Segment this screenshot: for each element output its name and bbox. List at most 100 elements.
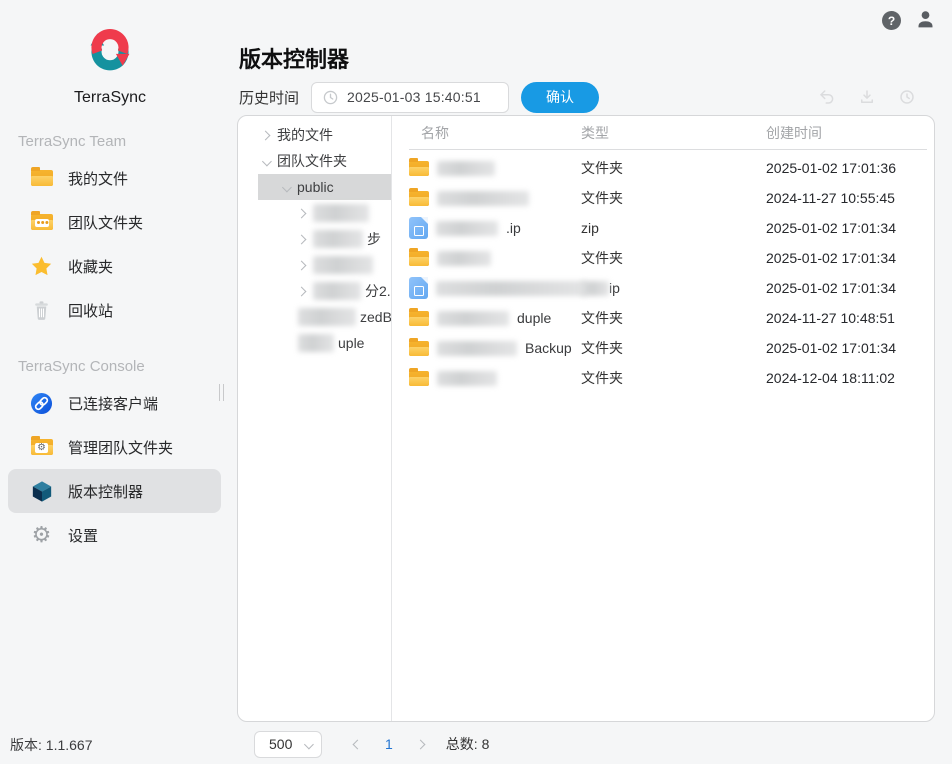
redacted-text [437,191,529,206]
folder-tree: 我的文件团队文件夹 public 步分2.0zedB uple [238,116,392,721]
chevron-right-icon[interactable] [297,286,307,296]
tree-item-fragment: uple [338,335,364,351]
chevron-right-icon[interactable] [297,208,307,218]
type-cell: 文件夹 [572,248,757,268]
created-cell: 2025-01-02 17:01:34 [757,340,934,356]
created-cell: 2024-11-27 10:48:51 [757,310,934,326]
sidebar-item-label: 版本控制器 [68,481,143,502]
sidebar-item-team-folder[interactable]: 团队文件夹 [8,200,221,244]
sidebar-item-folder-gear[interactable]: ⚙ 管理团队文件夹 [8,425,221,469]
redacted-text [437,341,517,356]
page-size-value: 500 [269,736,292,752]
folder-icon [409,311,429,326]
sidebar-resize-handle[interactable] [219,384,224,401]
tree-item[interactable]: 团队文件夹 [238,148,391,174]
type-cell: zip [572,220,757,236]
chevron-down-icon [304,739,314,749]
name-fragment: .ip [506,220,521,236]
datetime-input[interactable]: 2025-01-03 15:40:51 [311,82,509,113]
history-toolbar: 历史时间 2025-01-03 15:40:51 确认 [239,81,599,113]
created-cell: 2025-01-02 17:01:34 [757,220,934,236]
created-cell: 2025-01-02 17:01:34 [757,250,934,266]
table-row[interactable]: 文件夹2024-12-04 18:11:02 [409,363,934,393]
name-cell: duple [409,310,572,326]
sidebar-item-label: 管理团队文件夹 [68,437,173,458]
name-cell [409,371,572,386]
sidebar-item-gear[interactable]: ⚙设置 [8,513,221,557]
table-row[interactable]: 文件夹2025-01-02 17:01:36 [409,153,934,183]
sidebar-item-label: 我的文件 [68,168,128,189]
page-size-select[interactable]: 500 [254,731,322,758]
sidebar-item-label: 设置 [68,525,98,546]
table-row[interactable]: Backup文件夹2025-01-02 17:01:34 [409,333,934,363]
file-table: 名称 类型 创建时间 文件夹2025-01-02 17:01:36文件夹2024… [392,116,934,721]
confirm-button[interactable]: 确认 [521,82,599,113]
created-cell: 2025-01-02 17:01:36 [757,160,934,176]
tree-item[interactable] [238,200,391,226]
redacted-text [313,230,363,248]
created-cell: 2025-01-02 17:01:34 [757,280,934,296]
pagination: 500 1 总数: 8 [254,730,489,758]
redacted-text [313,256,373,274]
sidebar-item-label: 已连接客户端 [68,393,158,414]
folder-gear-icon: ⚙ [30,439,53,455]
redacted-text [436,281,586,296]
chevron-right-icon[interactable] [297,260,307,270]
tree-item[interactable]: zedB [238,304,391,330]
tree-item[interactable] [238,252,391,278]
tree-item-label: 团队文件夹 [277,151,347,171]
folder-icon [409,191,429,206]
tree-item[interactable]: public [258,174,391,200]
redacted-text [298,308,356,326]
chevron-down-icon[interactable] [282,182,292,192]
history-icon[interactable] [898,88,916,111]
tree-item[interactable]: uple [238,330,391,356]
chevron-right-icon[interactable] [297,234,307,244]
tree-item-label: 我的文件 [277,125,333,145]
datetime-value: 2025-01-03 15:40:51 [347,89,481,105]
name-fragment: duple [517,310,551,326]
file-browser-panel: 我的文件团队文件夹public步分2.0zedBuple 名称 类型 创建时间 … [237,115,935,722]
table-row[interactable]: .ip zip2025-01-02 17:01:34 [409,213,934,243]
table-row[interactable]: 文件夹2024-11-27 10:55:45 [409,183,934,213]
sidebar-section-label: TerraSync Console [18,358,237,375]
name-cell [409,161,572,176]
chevron-right-icon[interactable] [261,130,271,140]
redacted-text [298,334,334,352]
sidebar-section-label: TerraSync Team [18,133,237,150]
link-icon [30,392,53,415]
sidebar-item-star[interactable]: 收藏夹 [8,244,221,288]
redacted-text [436,221,498,236]
tree-item[interactable]: 我的文件 [238,122,391,148]
chevron-down-icon[interactable] [262,156,272,166]
app-name: TerraSync [0,89,220,107]
sync-logo-icon [83,20,137,76]
sidebar-item-link[interactable]: 已连接客户端 [8,381,221,425]
tree-item[interactable]: 步 [238,226,391,252]
undo-icon[interactable] [818,88,836,111]
sidebar-item-cube[interactable]: 版本控制器 [8,469,221,513]
download-icon[interactable] [858,88,876,111]
redacted-text [437,161,495,176]
zip-file-icon [409,217,428,239]
type-cell: 文件夹 [572,308,757,328]
sidebar-item-label: 收藏夹 [68,256,113,277]
prev-page-button[interactable] [354,741,361,748]
table-row[interactable]: ip2025-01-02 17:01:34 [409,273,934,303]
folder-icon [409,371,429,386]
name-cell [409,251,572,266]
tree-item[interactable]: 分2.0 [238,278,391,304]
table-row[interactable]: duple 文件夹2024-11-27 10:48:51 [409,303,934,333]
current-page[interactable]: 1 [385,736,393,752]
tree-item-fragment: 步 [367,229,381,249]
table-row[interactable]: 文件夹2025-01-02 17:01:34 [409,243,934,273]
sidebar-item-folder[interactable]: 我的文件 [8,156,221,200]
sidebar-item-trash[interactable]: 回收站 [8,288,221,332]
column-created: 创建时间 [757,123,927,143]
folder-icon [409,251,429,266]
type-cell: 文件夹 [572,188,757,208]
folder-icon [409,341,429,356]
name-cell: .ip [409,217,572,239]
name-cell [409,277,572,299]
next-page-button[interactable] [417,741,424,748]
